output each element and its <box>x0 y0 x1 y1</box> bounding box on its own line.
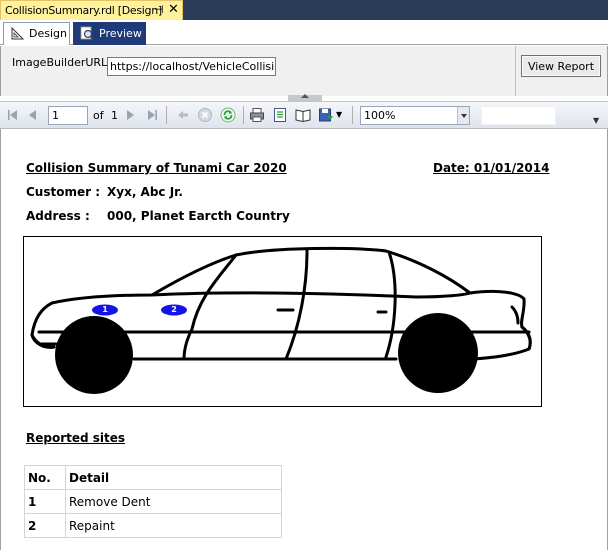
design-ruler-icon <box>11 26 25 40</box>
collision-marker-1: 1 <box>102 305 108 314</box>
report-viewer[interactable]: Collision Summary of Tunami Car 2020 Dat… <box>0 129 608 550</box>
find-text-input[interactable] <box>481 106 556 125</box>
last-page-icon[interactable] <box>144 107 160 123</box>
close-icon[interactable]: ✕ <box>168 2 179 18</box>
zoom-value: 100% <box>364 109 396 122</box>
tab-design[interactable]: Design <box>3 22 70 45</box>
preview-magnifier-icon <box>80 26 95 41</box>
toolbar-separator <box>243 106 244 124</box>
toolbar-separator <box>166 106 167 124</box>
current-page-input[interactable]: 1 <box>48 106 88 125</box>
parameter-divider <box>515 46 516 96</box>
tab-design-label: Design <box>29 27 67 40</box>
table-cell-detail: Repaint <box>65 513 282 538</box>
report-toolbar: 1 of 1 ▼ 100% ▼ <box>0 101 608 129</box>
toolbar-separator <box>352 106 353 124</box>
collapse-up-icon <box>301 94 309 98</box>
view-tab-bar: Design Preview <box>0 20 608 45</box>
reported-sites-table: No. Detail 1 Remove Dent 2 Repaint <box>24 465 282 538</box>
table-row: 2 Repaint <box>24 513 282 538</box>
customer-label: Customer : <box>26 185 101 199</box>
page-setup-icon[interactable] <box>295 107 311 123</box>
tab-preview[interactable]: Preview <box>73 22 146 45</box>
view-report-button[interactable]: View Report <box>521 55 601 77</box>
refresh-icon[interactable] <box>220 107 236 123</box>
print-layout-icon[interactable] <box>272 107 288 123</box>
chevron-down-icon[interactable] <box>457 107 469 124</box>
pin-icon[interactable]: ⊣ <box>154 3 164 16</box>
parameter-area: ImageBuilderURL https://localhost/Vehicl… <box>0 46 608 101</box>
table-cell-no: 1 <box>24 489 66 514</box>
table-header-no: No. <box>24 465 66 490</box>
table-cell-detail: Remove Dent <box>65 489 282 514</box>
report-title: Collision Summary of Tunami Car 2020 <box>26 161 287 175</box>
address-label: Address : <box>26 209 90 223</box>
document-tab-title: CollisionSummary.rdl [Design] <box>5 4 162 17</box>
image-builder-url-label: ImageBuilderURL <box>12 56 108 69</box>
export-dropdown-icon[interactable]: ▼ <box>336 110 342 119</box>
total-pages-label: 1 <box>111 109 118 122</box>
back-icon[interactable] <box>175 107 191 123</box>
collision-marker-2: 2 <box>171 305 177 314</box>
table-header-row: No. Detail <box>24 465 282 490</box>
report-date: Date: 01/01/2014 <box>433 161 550 175</box>
collision-image: 1 2 <box>23 236 542 407</box>
previous-page-icon[interactable] <box>25 107 41 123</box>
toolbar-overflow-icon[interactable]: ▼ <box>593 116 599 125</box>
next-page-icon[interactable] <box>122 107 138 123</box>
image-builder-url-input[interactable]: https://localhost/VehicleCollisionCe <box>107 57 276 76</box>
zoom-select[interactable]: 100% <box>360 106 470 125</box>
export-icon[interactable] <box>318 107 334 123</box>
first-page-icon[interactable] <box>5 107 21 123</box>
reported-sites-heading: Reported sites <box>26 431 126 445</box>
document-tab-strip: CollisionSummary.rdl [Design] ⊣ ✕ <box>0 0 608 20</box>
tab-preview-label: Preview <box>99 27 142 40</box>
document-tab[interactable]: CollisionSummary.rdl [Design] ⊣ ✕ <box>0 0 183 20</box>
address-value: 000, Planet Earcth Country <box>107 209 290 223</box>
print-icon[interactable] <box>249 107 265 123</box>
stop-icon[interactable] <box>197 107 213 123</box>
of-label: of <box>93 109 104 122</box>
table-row: 1 Remove Dent <box>24 489 282 514</box>
car-outline-image <box>30 246 532 394</box>
table-cell-no: 2 <box>24 513 66 538</box>
table-header-detail: Detail <box>65 465 282 490</box>
customer-value: Xyx, Abc Jr. <box>107 185 183 199</box>
